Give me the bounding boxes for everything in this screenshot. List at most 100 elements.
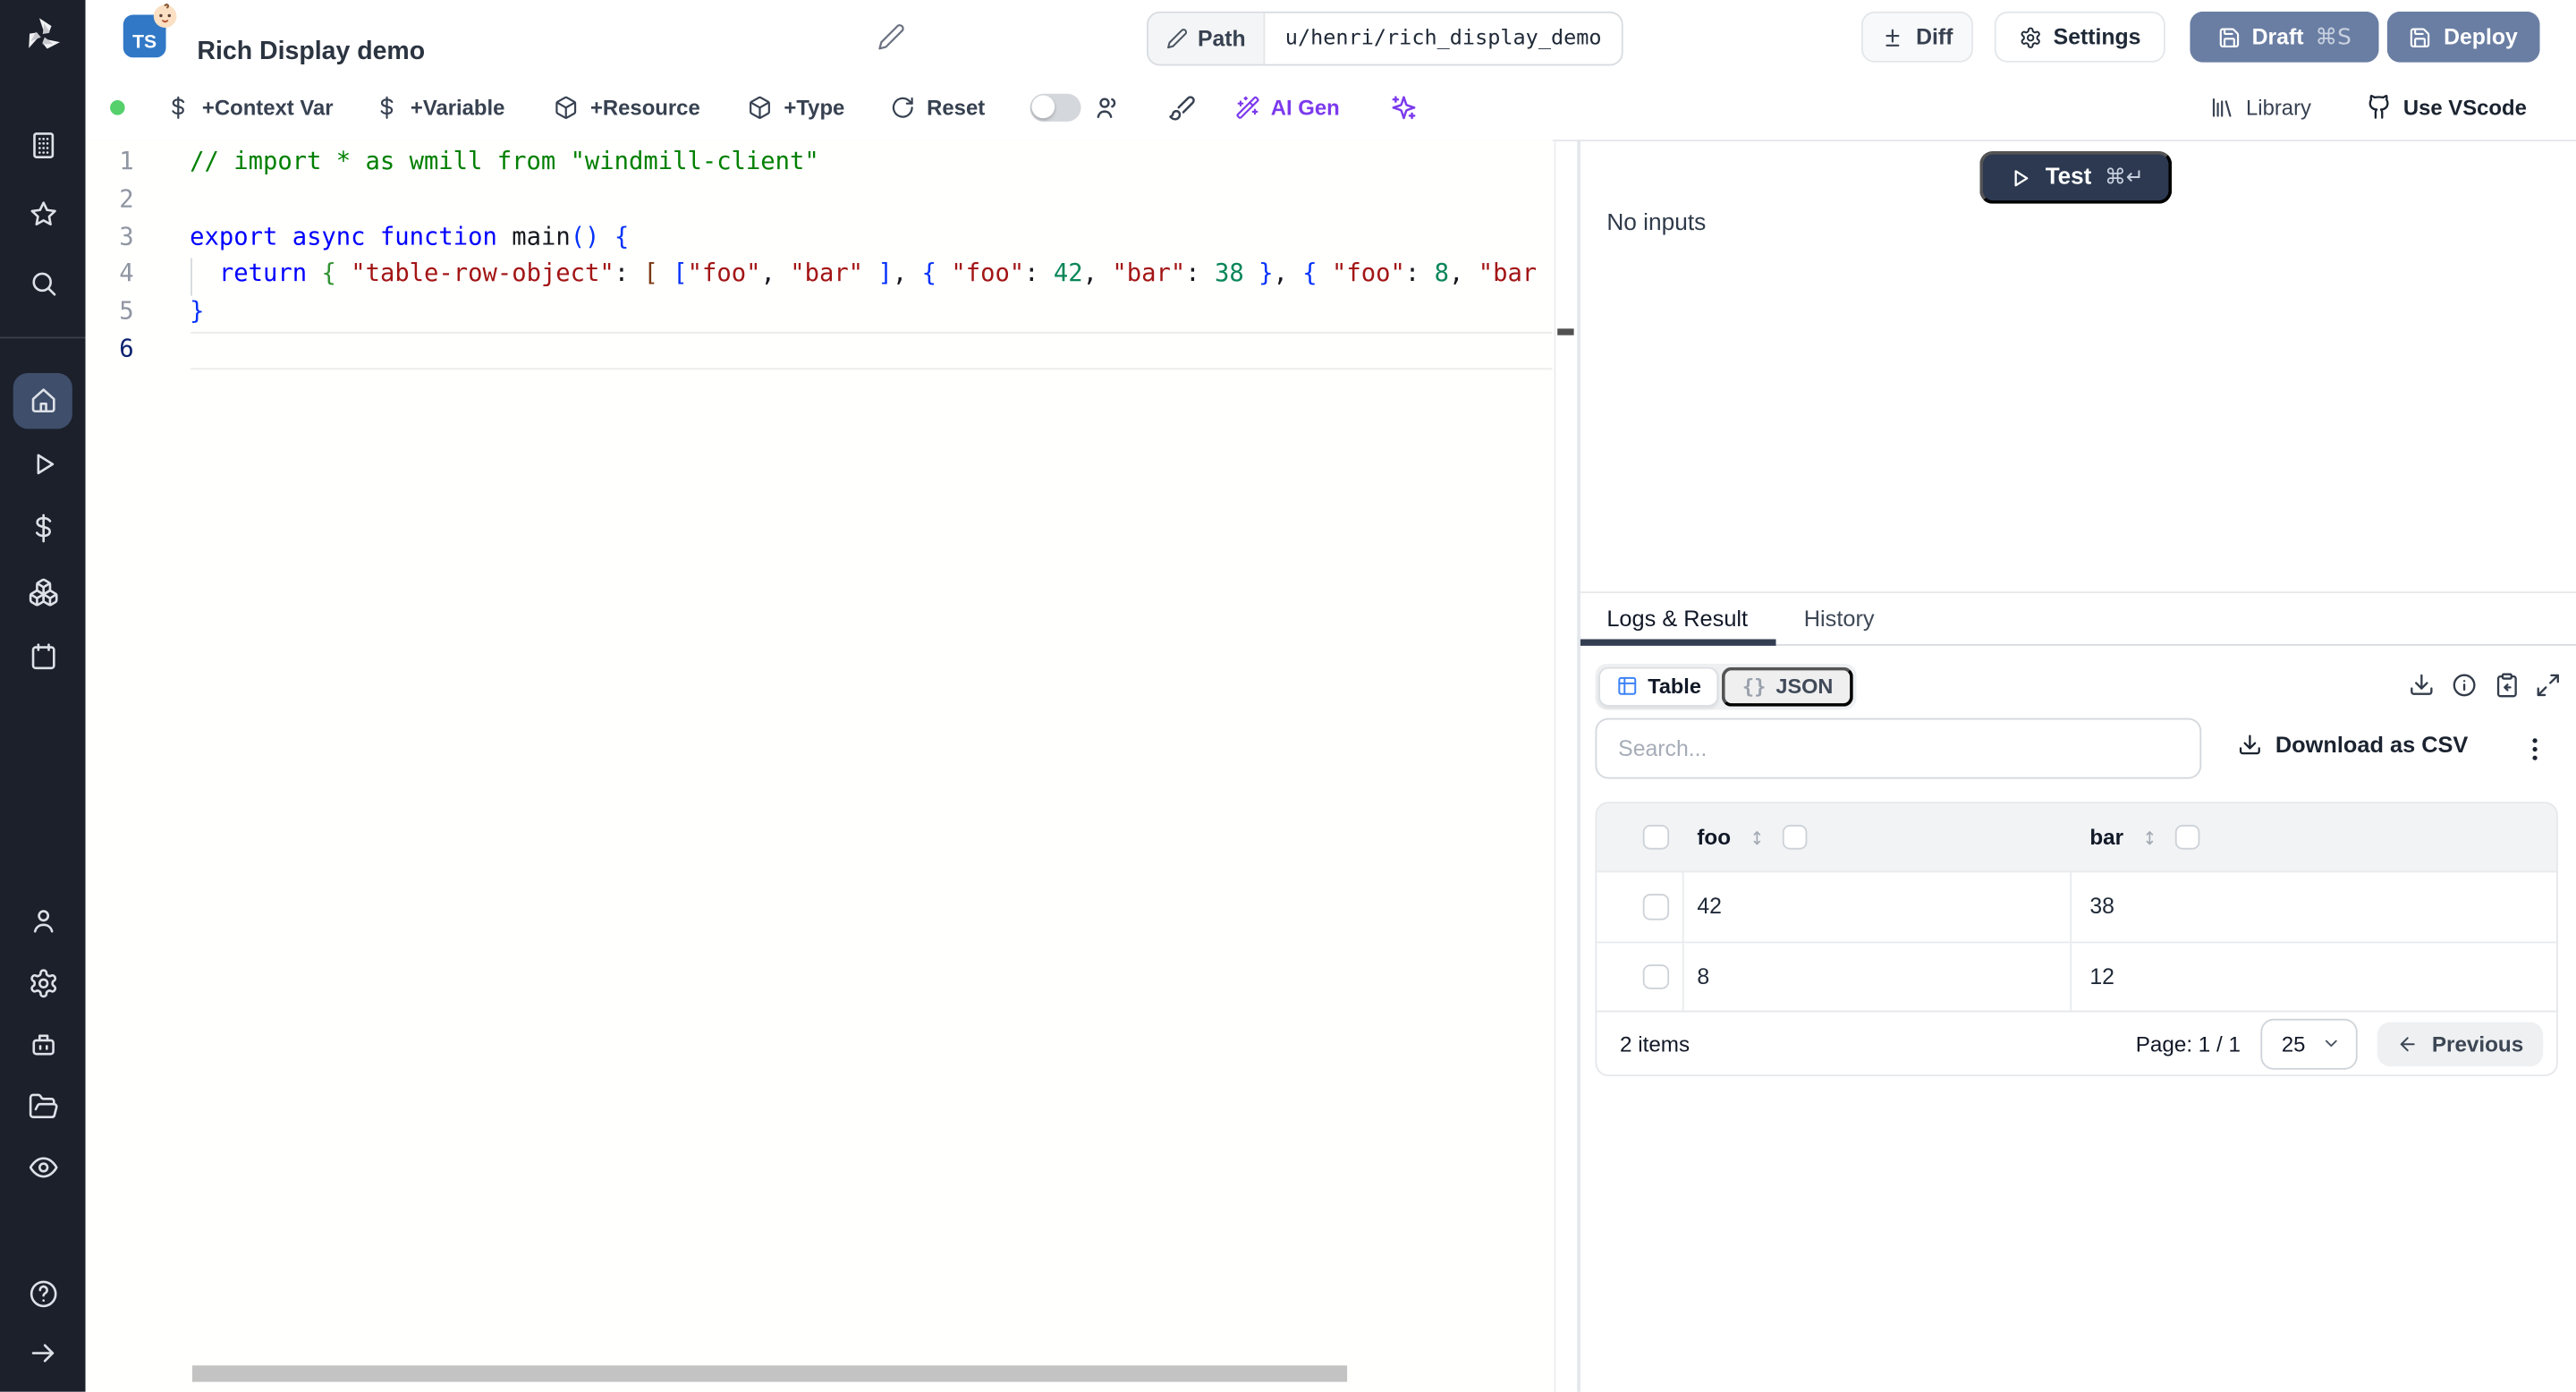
sidebar-group-bottom [0, 891, 86, 1199]
editor-code-area[interactable]: // import * as wmill from "windmill-clie… [190, 140, 1553, 1392]
code-line-5[interactable]: } [190, 294, 1553, 332]
sidebar-item-search[interactable] [13, 267, 72, 298]
path-value[interactable]: u/henri/rich_display_demo [1266, 13, 1622, 64]
code-editor[interactable]: 123456 // import * as wmill from "windmi… [86, 140, 1553, 1392]
deploy-button[interactable]: Deploy [2387, 12, 2540, 63]
save-icon [2217, 25, 2241, 48]
previous-page-button[interactable]: Previous [2377, 1022, 2543, 1066]
sidebar-item-arrow-right[interactable] [13, 1337, 72, 1369]
column-checkbox[interactable] [1782, 825, 1807, 850]
cell-bar: 12 [2089, 964, 2114, 989]
emoji-badge [151, 2, 179, 30]
editor-gutter: 123456 [86, 140, 191, 1392]
expand-result-button[interactable] [2535, 672, 2561, 698]
editor-panel-divider[interactable] [1577, 140, 1580, 1392]
download-result-button[interactable] [2409, 672, 2435, 698]
arrow-right-icon [27, 1337, 58, 1369]
eye-icon [27, 1152, 58, 1184]
format-code-button[interactable] [1167, 93, 1195, 121]
windmill-script-editor: TS Rich Display demo Path u/henri/rich_d… [0, 0, 2576, 1392]
add-resource-button[interactable]: +Resource [555, 95, 700, 120]
tab-logs-result[interactable]: Logs & Result [1606, 607, 1748, 632]
code-line-3[interactable]: export async function main() { [190, 219, 1553, 257]
cell-bar: 38 [2089, 895, 2114, 920]
code-line-2[interactable] [190, 182, 1553, 220]
table-search-input[interactable] [1595, 718, 2201, 779]
cubes-icon [27, 577, 58, 608]
add-context-var-button[interactable]: +Context Var [166, 95, 334, 120]
library-button[interactable]: Library [2210, 95, 2311, 120]
sidebar-item-gear[interactable] [13, 967, 72, 998]
reset-icon [891, 95, 916, 120]
sidebar-item-cubes[interactable] [13, 577, 72, 608]
line-number-6: 6 [86, 332, 191, 369]
sidebar-divider [0, 337, 86, 339]
sidebar-item-play[interactable] [13, 448, 72, 480]
result-info-button[interactable] [2451, 672, 2477, 698]
view-mode-json[interactable]: {}JSON [1723, 667, 1853, 706]
table-row[interactable]: 42 38 [1597, 870, 2556, 940]
page-indicator: Page: 1 / 1 [2136, 1031, 2241, 1057]
results-divider [1580, 591, 2576, 593]
draft-button[interactable]: Draft ⌘S [2190, 12, 2378, 63]
reset-button[interactable]: Reset [891, 95, 985, 120]
windmill-logo[interactable] [21, 15, 64, 58]
result-view-toggle: Table{}JSON [1595, 664, 1856, 709]
sidebar-item-folder-open[interactable] [13, 1091, 72, 1122]
use-vscode-button[interactable]: Use VScode [2366, 94, 2527, 120]
cell-foo: 42 [1697, 895, 1722, 920]
gear-icon [2019, 25, 2042, 48]
editor-toolbar: +Context Var +Variable +Resource +Type R… [86, 74, 2576, 141]
sparkles-icon [1391, 93, 1419, 121]
edit-summary-pencil-icon[interactable] [877, 20, 911, 53]
select-all-checkbox[interactable] [1643, 825, 1668, 850]
sidebar-item-home[interactable] [13, 372, 72, 428]
user-icon [27, 905, 58, 937]
row-checkbox[interactable] [1643, 894, 1668, 919]
sort-icon[interactable] [2140, 826, 2157, 849]
test-button[interactable]: Test ⌘↵ [1979, 151, 2172, 204]
page-size-select[interactable]: 25 [2260, 1018, 2358, 1069]
add-type-button[interactable]: +Type [748, 95, 844, 120]
line-number-4: 4 [86, 257, 191, 294]
row-checkbox[interactable] [1643, 963, 1668, 989]
sidebar-item-help[interactable] [13, 1278, 72, 1310]
multiplayer-users-button[interactable] [1093, 93, 1121, 121]
settings-button[interactable]: Settings [1995, 12, 2165, 63]
sidebar-item-dollar[interactable] [13, 513, 72, 544]
sidebar-item-robot[interactable] [13, 1029, 72, 1060]
sidebar-item-eye[interactable] [13, 1152, 72, 1184]
diff-button[interactable]: Diff [1861, 12, 1973, 63]
ai-gen-button[interactable]: AI Gen [1234, 95, 1339, 120]
cell-foo: 8 [1697, 964, 1709, 989]
view-mode-table[interactable]: Table [1598, 667, 1719, 706]
editor-horizontal-scrollbar[interactable] [192, 1364, 1347, 1381]
sidebar-item-star[interactable] [13, 198, 72, 229]
table-row[interactable]: 8 12 [1597, 941, 2556, 1011]
tab-history[interactable]: History [1804, 607, 1875, 632]
sidebar-item-user[interactable] [13, 905, 72, 937]
code-line-4[interactable]: return { "table-row-object": [ ["foo", "… [190, 257, 1553, 294]
multiplayer-toggle[interactable] [1030, 93, 1080, 121]
no-inputs-text: No inputs [1606, 210, 1706, 236]
add-variable-button[interactable]: +Variable [374, 95, 504, 120]
download-csv-button[interactable]: Download as CSV [2238, 733, 2469, 758]
table-menu-kebab-icon[interactable] [2521, 734, 2550, 764]
copy-result-button[interactable] [2494, 672, 2520, 698]
toggle-knob [1032, 96, 1055, 119]
gear-icon [27, 967, 58, 998]
save-icon [2410, 25, 2433, 48]
dollar-icon [166, 95, 191, 120]
robot-icon [27, 1029, 58, 1060]
sidebar-item-calendar[interactable] [13, 641, 72, 672]
topbar: TS Rich Display demo Path u/henri/rich_d… [86, 0, 2576, 74]
sort-icon[interactable] [1747, 826, 1765, 849]
code-line-1[interactable]: // import * as wmill from "windmill-clie… [190, 145, 1553, 182]
sidebar-item-building-grid[interactable] [13, 129, 72, 160]
column-checkbox[interactable] [2174, 825, 2199, 850]
path-field-group[interactable]: Path u/henri/rich_display_demo [1147, 12, 1623, 66]
sparkles-button[interactable] [1391, 93, 1419, 121]
pencil-icon [1166, 28, 1188, 49]
braces-icon: {} [1742, 675, 1767, 698]
code-line-6[interactable] [190, 332, 1553, 369]
